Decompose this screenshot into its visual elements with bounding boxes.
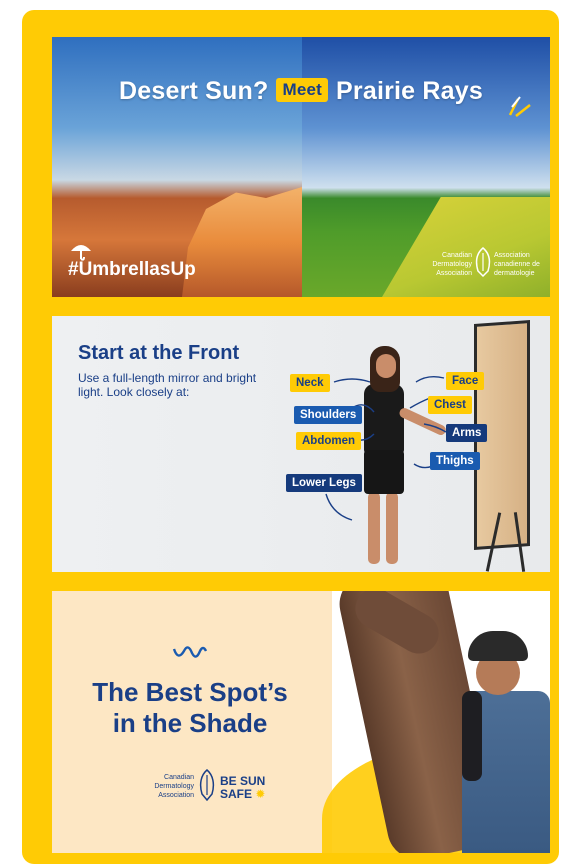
title-left: Desert Sun? (119, 77, 269, 105)
org-name-en: Canadian Dermatology Association (432, 252, 472, 277)
label-shoulders: Shoulders (294, 406, 363, 424)
org-name-en: Canadian Dermatology Association (154, 774, 194, 799)
title-right: Prairie Rays (336, 77, 483, 105)
label-neck: Neck (290, 374, 330, 392)
be-sun-safe-text: BE SUN SAFE ✹ (220, 774, 266, 801)
card3-title: The Best Spot’s in the Shade (92, 677, 288, 738)
cda-be-sun-safe-logo: Canadian Dermatology Association BE SUN … (102, 767, 302, 807)
sparkle-icon (508, 96, 531, 117)
cda-logo: Canadian Dermatology Association Associa… (424, 247, 542, 287)
best-spot-shade-card[interactable]: The Best Spot’s in the Shade Canadian De… (52, 591, 550, 853)
yellow-frame: Desert Sun? Meet Prairie Rays #UmbrellasUp… (22, 10, 559, 864)
sun-icon: ✹ (255, 787, 266, 801)
label-thighs: Thighs (430, 452, 480, 470)
cda-seal-icon (475, 247, 491, 277)
label-lower-legs: Lower Legs (286, 474, 362, 492)
card1-title: Desert Sun? Meet Prairie Rays (52, 77, 550, 106)
label-chest: Chest (428, 396, 472, 414)
meet-badge: Meet (276, 78, 329, 102)
start-at-front-card[interactable]: Start at the Front Use a full-length mir… (52, 316, 550, 572)
swirl-icon (172, 646, 208, 658)
child-photo (462, 631, 550, 853)
label-abdomen: Abdomen (296, 432, 362, 450)
label-face: Face (446, 372, 485, 390)
umbrella-icon (71, 245, 91, 261)
org-name-fr: Association canadienne de dermatologie (494, 252, 540, 277)
desert-prairie-card[interactable]: Desert Sun? Meet Prairie Rays #UmbrellasUp… (52, 37, 550, 297)
hashtag-umbrellasup: #UmbrellasUp (68, 259, 196, 280)
label-arms: Arms (446, 424, 488, 442)
cda-seal-icon (199, 769, 215, 801)
